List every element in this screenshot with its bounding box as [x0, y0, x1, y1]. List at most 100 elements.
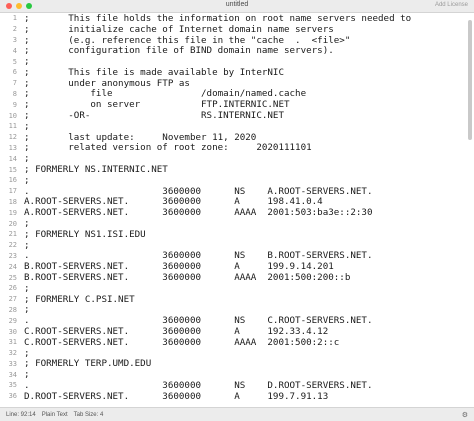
code-text: ; FORMERLY NS.INTERNIC.NET: [24, 164, 168, 176]
code-text: . 3600000 NS D.ROOT-SERVERS.NET.: [24, 380, 373, 391]
line-number: 32: [8, 349, 17, 358]
line-number: 12: [8, 133, 17, 142]
line-number: 4: [12, 46, 17, 55]
line-number: 17: [8, 187, 17, 196]
code-line[interactable]: 1 ; This file holds the information on ro…: [0, 13, 474, 24]
code-line[interactable]: 2 ; initialize cache of Internet domain n…: [0, 24, 474, 35]
line-number: 11: [8, 122, 17, 131]
code-text: D.ROOT-SERVERS.NET. 3600000 A 199.7.91.1…: [24, 390, 329, 402]
code-line[interactable]: 22;: [0, 240, 474, 251]
code-line[interactable]: 10 ; -OR- RS.INTERNIC.NET: [0, 110, 474, 121]
code-text: A.ROOT-SERVERS.NET. 3600000 AAAA 2001:50…: [24, 207, 373, 219]
code-line[interactable]: 25 B.ROOT-SERVERS.NET. 3600000 AAAA 2001:…: [0, 272, 474, 283]
code-line[interactable]: 24 B.ROOT-SERVERS.NET. 3600000 A 199.9.14…: [0, 261, 474, 272]
code-text: ; FORMERLY NS1.ISI.EDU: [24, 228, 146, 240]
code-line[interactable]: 36 D.ROOT-SERVERS.NET. 3600000 A 199.7.91…: [0, 391, 474, 402]
code-line[interactable]: 13 ; related version of root zone: 202011…: [0, 142, 474, 154]
code-line[interactable]: 29 . 3600000 NS C.ROOT-SERVERS.NET.: [0, 315, 474, 326]
code-line[interactable]: 20;: [0, 218, 474, 229]
code-line[interactable]: 17 . 3600000 NS A.ROOT-SERVERS.NET.: [0, 186, 474, 197]
add-license-link[interactable]: Add License: [435, 2, 468, 8]
line-number: 18: [8, 197, 17, 206]
code-line[interactable]: 34;: [0, 369, 474, 380]
tab-size-selector[interactable]: Tab Size: 4: [74, 412, 104, 418]
code-text: ; initialize cache of Internet domain na…: [24, 23, 334, 35]
line-number: 22: [8, 241, 17, 250]
line-number: 10: [8, 111, 17, 120]
code-line[interactable]: 6 ; This file is made available by InterN…: [0, 67, 474, 78]
line-number: 36: [8, 392, 17, 401]
line-number: 3: [12, 35, 17, 44]
status-bar: Line: 92:14 Plain Text Tab Size: 4 ⚙: [0, 407, 474, 421]
code-line[interactable]: 3 ; (e.g. reference this file in the "cac…: [0, 35, 474, 46]
code-text: C.ROOT-SERVERS.NET. 3600000 A 192.33.4.1…: [24, 326, 329, 338]
line-number: 5: [12, 57, 17, 66]
code-text: ;: [24, 282, 30, 294]
code-text: ; -OR- RS.INTERNIC.NET: [24, 110, 284, 122]
gear-icon[interactable]: ⚙: [462, 411, 468, 419]
code-line[interactable]: 21 ; FORMERLY NS1.ISI.EDU: [0, 229, 474, 240]
text-editor[interactable]: 1 ; This file holds the information on ro…: [0, 13, 474, 407]
line-number: 23: [8, 251, 17, 260]
code-text: ; configuration file of BIND domain name…: [24, 45, 334, 57]
code-line[interactable]: 7 ; under anonymous FTP as: [0, 78, 474, 89]
code-text: . 3600000 NS A.ROOT-SERVERS.NET.: [24, 185, 373, 197]
vertical-scrollbar[interactable]: [468, 20, 472, 140]
line-number: 24: [8, 262, 17, 271]
line-number: 19: [8, 208, 17, 217]
code-line[interactable]: 19 A.ROOT-SERVERS.NET. 3600000 AAAA 2001:…: [0, 207, 474, 218]
code-line[interactable]: 4 ; configuration file of BIND domain nam…: [0, 45, 474, 56]
cursor-position[interactable]: Line: 92:14: [6, 412, 36, 418]
code-text: ; (e.g. reference this file in the "cach…: [24, 34, 351, 46]
code-line[interactable]: 9 ; on server FTP.INTERNIC.NET: [0, 99, 474, 110]
code-text: ;: [24, 153, 30, 165]
code-text: ; on server FTP.INTERNIC.NET: [24, 99, 290, 111]
code-text: A.ROOT-SERVERS.NET. 3600000 A 198.41.0.4: [24, 196, 323, 208]
window-title: untitled: [225, 1, 249, 8]
code-text: ; This file is made available by InterNI…: [24, 66, 284, 78]
line-number: 28: [8, 305, 17, 314]
code-line[interactable]: 32;: [0, 348, 474, 359]
code-line[interactable]: 35 . 3600000 NS D.ROOT-SERVERS.NET.: [0, 380, 474, 391]
code-text: ; related version of root zone: 20201111…: [24, 142, 312, 154]
code-text: C.ROOT-SERVERS.NET. 3600000 AAAA 2001:50…: [24, 336, 340, 348]
line-number: 9: [12, 100, 17, 109]
code-line[interactable]: 28;: [0, 304, 474, 315]
code-line[interactable]: 23 . 3600000 NS B.ROOT-SERVERS.NET.: [0, 250, 474, 261]
line-number: 15: [8, 165, 17, 174]
code-text: B.ROOT-SERVERS.NET. 3600000 AAAA 2001:50…: [24, 272, 351, 284]
code-line[interactable]: 14;: [0, 153, 474, 164]
code-line[interactable]: 12 ; last update: November 11, 2020: [0, 132, 474, 143]
code-text: ; This file holds the information on roo…: [24, 13, 412, 24]
line-number: 25: [8, 273, 17, 282]
code-text: ;: [24, 347, 30, 359]
code-line[interactable]: 33 ; FORMERLY TERP.UMD.EDU: [0, 358, 474, 369]
code-text: ;: [24, 218, 30, 230]
line-number: 21: [8, 230, 17, 239]
code-line[interactable]: 11;: [0, 121, 474, 132]
code-text: ;: [24, 174, 30, 186]
code-line[interactable]: 18 A.ROOT-SERVERS.NET. 3600000 A 198.41.0…: [0, 196, 474, 208]
line-number: 8: [12, 89, 17, 98]
code-line[interactable]: 5;: [0, 56, 474, 67]
code-line[interactable]: 31 C.ROOT-SERVERS.NET. 3600000 AAAA 2001:…: [0, 337, 474, 348]
code-line[interactable]: 16;: [0, 175, 474, 186]
code-text: B.ROOT-SERVERS.NET. 3600000 A 199.9.14.2…: [24, 261, 334, 273]
code-text: ; FORMERLY C.PSI.NET: [24, 293, 135, 305]
code-line[interactable]: 8 ; file /domain/named.cache: [0, 88, 474, 100]
code-line[interactable]: 27 ; FORMERLY C.PSI.NET: [0, 294, 474, 305]
line-number: 14: [8, 154, 17, 163]
code-text: ;: [24, 120, 30, 132]
line-number: 34: [8, 370, 17, 379]
code-text: ;: [24, 56, 30, 68]
code-line[interactable]: 15 ; FORMERLY NS.INTERNIC.NET: [0, 164, 474, 175]
code-text: ; under anonymous FTP as: [24, 77, 190, 89]
code-line[interactable]: 26;: [0, 283, 474, 294]
code-line[interactable]: 30 C.ROOT-SERVERS.NET. 3600000 A 192.33.4…: [0, 326, 474, 337]
code-text: ; file /domain/named.cache: [24, 88, 307, 100]
line-number: 26: [8, 284, 17, 293]
line-number: 1: [12, 14, 17, 23]
syntax-selector[interactable]: Plain Text: [42, 412, 68, 418]
line-number: 20: [8, 219, 17, 228]
line-number: 16: [8, 176, 17, 185]
